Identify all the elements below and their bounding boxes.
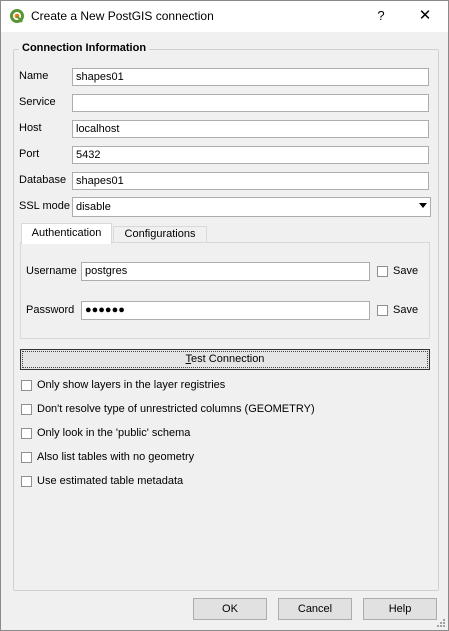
tab-configurations[interactable]: Configurations [113, 226, 207, 243]
port-label: Port [19, 148, 40, 160]
option-label-no-geometry: Also list tables with no geometry [37, 451, 195, 463]
dialog-window: Create a New PostGIS connection ? ✕ Conn… [0, 0, 449, 631]
ok-button[interactable]: OK [193, 598, 267, 620]
name-label: Name [19, 70, 49, 82]
resize-grip-icon[interactable] [436, 618, 446, 628]
service-field[interactable] [72, 94, 429, 112]
save-password-label: Save [393, 304, 419, 316]
password-label: Password [26, 304, 75, 316]
test-connection-button[interactable]: Test Connection [20, 349, 430, 370]
save-username-checkbox[interactable] [377, 266, 388, 277]
username-field[interactable]: postgres [81, 262, 370, 281]
host-label: Host [19, 122, 42, 134]
host-field[interactable]: localhost [72, 120, 429, 138]
ssl-mode-label: SSL mode [19, 200, 70, 212]
password-field[interactable]: ●●●●●● [81, 301, 370, 320]
port-field[interactable]: 5432 [72, 146, 429, 164]
name-field[interactable]: shapes01 [72, 68, 429, 86]
help-button[interactable]: Help [363, 598, 437, 620]
ssl-mode-select[interactable]: disable [72, 197, 431, 217]
test-connection-label: est Connection [191, 353, 265, 365]
title-bar[interactable]: Create a New PostGIS connection ? ✕ [1, 1, 448, 32]
help-question-icon[interactable]: ? [371, 6, 391, 26]
option-label-estimated-metadata: Use estimated table metadata [37, 475, 184, 487]
database-label: Database [19, 174, 67, 186]
save-username-label: Save [393, 265, 419, 277]
auth-tab-panel [20, 242, 430, 339]
option-label-unrestricted-columns: Don't resolve type of unrestricted colum… [37, 403, 315, 415]
option-label-layer-registries: Only show layers in the layer registries [37, 379, 226, 391]
tab-authentication[interactable]: Authentication [21, 223, 112, 244]
option-label-public-schema: Only look in the 'public' schema [37, 427, 191, 439]
close-icon[interactable]: ✕ [415, 6, 435, 26]
qgis-icon [10, 9, 24, 23]
option-checkbox-public-schema[interactable] [21, 428, 32, 439]
cancel-button[interactable]: Cancel [278, 598, 352, 620]
window-title: Create a New PostGIS connection [31, 9, 214, 23]
chevron-down-icon [419, 203, 427, 208]
option-checkbox-no-geometry[interactable] [21, 452, 32, 463]
ssl-mode-value: disable [76, 201, 111, 213]
option-checkbox-layer-registries[interactable] [21, 380, 32, 391]
option-checkbox-unrestricted-columns[interactable] [21, 404, 32, 415]
username-label: Username [26, 265, 77, 277]
database-field[interactable]: shapes01 [72, 172, 429, 190]
option-checkbox-estimated-metadata[interactable] [21, 476, 32, 487]
save-password-checkbox[interactable] [377, 305, 388, 316]
service-label: Service [19, 96, 56, 108]
group-title: Connection Information [19, 42, 150, 54]
